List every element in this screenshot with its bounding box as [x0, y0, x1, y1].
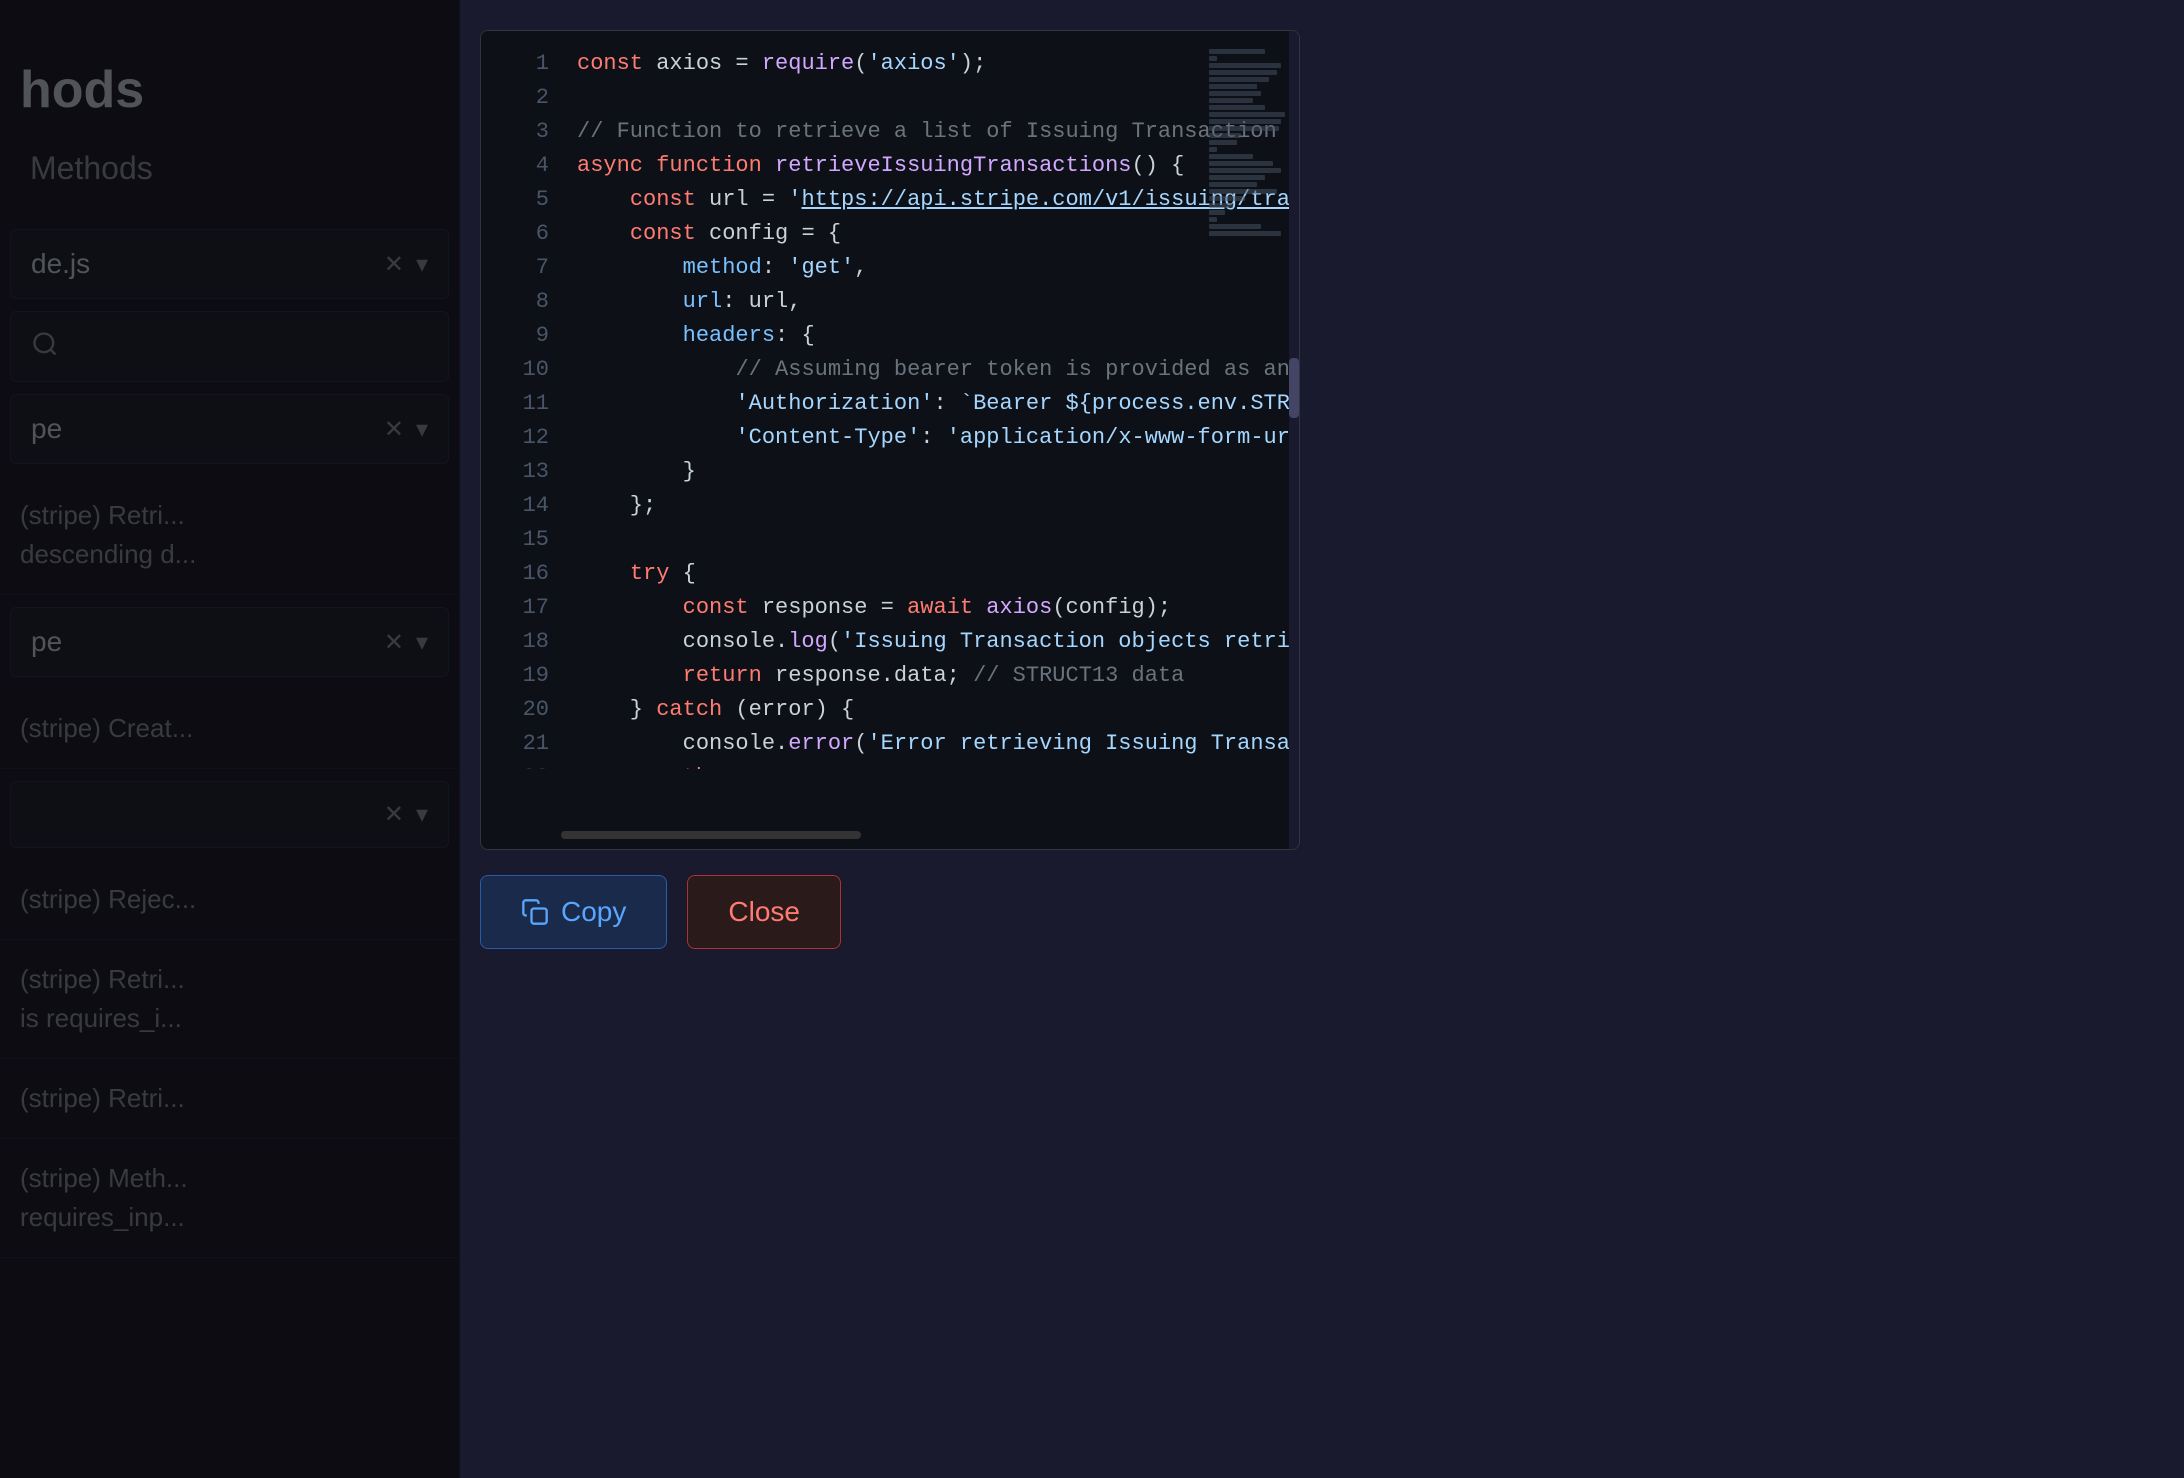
- action-buttons: Copy Close: [480, 855, 841, 969]
- line-numbers: 1234567891011121314151617181920212223242…: [481, 31, 561, 769]
- scrollbar-horizontal[interactable]: [561, 831, 861, 839]
- code-container: 1234567891011121314151617181920212223242…: [481, 31, 1299, 769]
- modal-overlay: [0, 0, 460, 1478]
- close-button[interactable]: Close: [687, 875, 841, 949]
- copy-icon: [521, 898, 549, 926]
- code-panel: 1234567891011121314151617181920212223242…: [480, 30, 1300, 850]
- close-label: Close: [728, 896, 800, 928]
- copy-label: Copy: [561, 896, 626, 928]
- code-content: const axios = require('axios'); // Funct…: [561, 31, 1299, 769]
- minimap: [1209, 47, 1289, 247]
- scrollbar-track[interactable]: [1289, 31, 1299, 769]
- copy-button[interactable]: Copy: [480, 875, 667, 949]
- scrollbar-thumb[interactable]: [1289, 358, 1299, 418]
